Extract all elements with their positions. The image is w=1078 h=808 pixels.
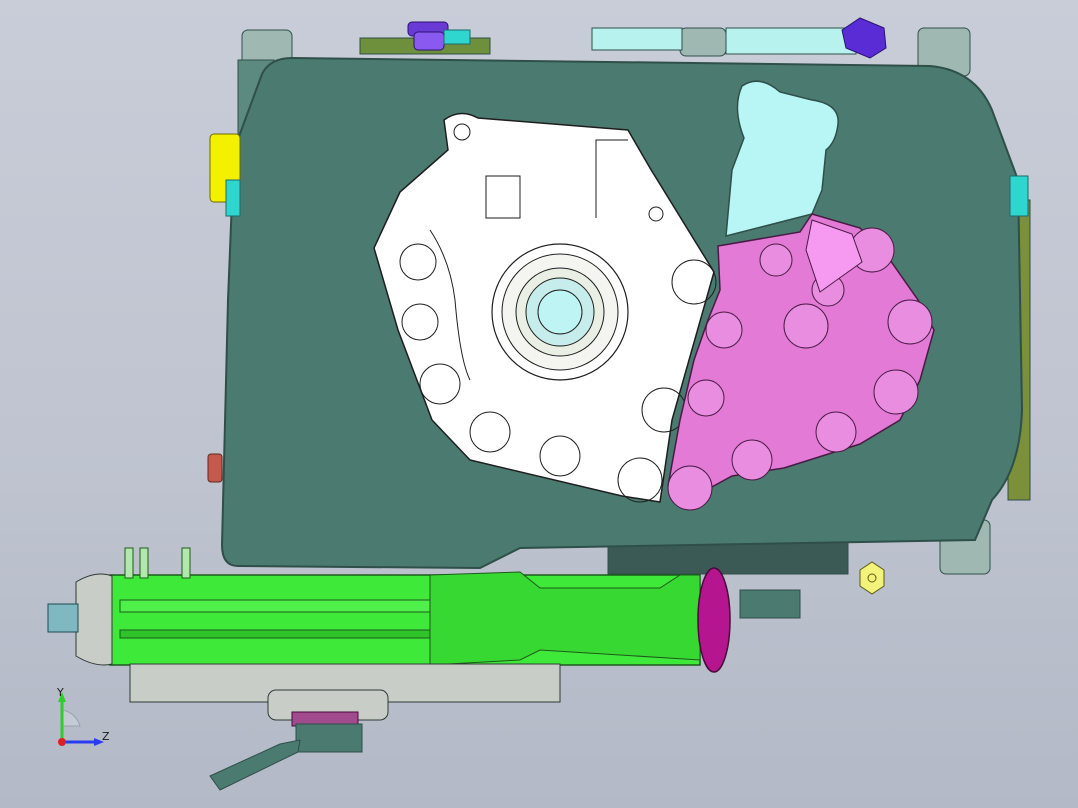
cyan-fitting-left[interactable] [225,179,241,217]
z-axis-label: Z [102,730,110,743]
spline-bore[interactable] [491,243,629,381]
cyan-fitting-right[interactable] [1009,175,1029,217]
spline-stub[interactable] [47,603,79,633]
shaft-flange[interactable] [697,567,731,673]
red-plug[interactable] [207,453,223,483]
triad-arc [61,709,81,727]
lower-bracket[interactable] [129,663,561,791]
shaft-struts [124,547,191,579]
y-axis-label: Y [57,686,64,699]
end-cap[interactable] [75,573,113,666]
x-axis-dot [58,738,66,746]
hex-nut[interactable] [859,561,885,595]
shaft-assembly[interactable] [109,571,701,666]
cad-viewport[interactable] [0,0,1078,808]
axis-triad: Y Z [48,682,128,752]
